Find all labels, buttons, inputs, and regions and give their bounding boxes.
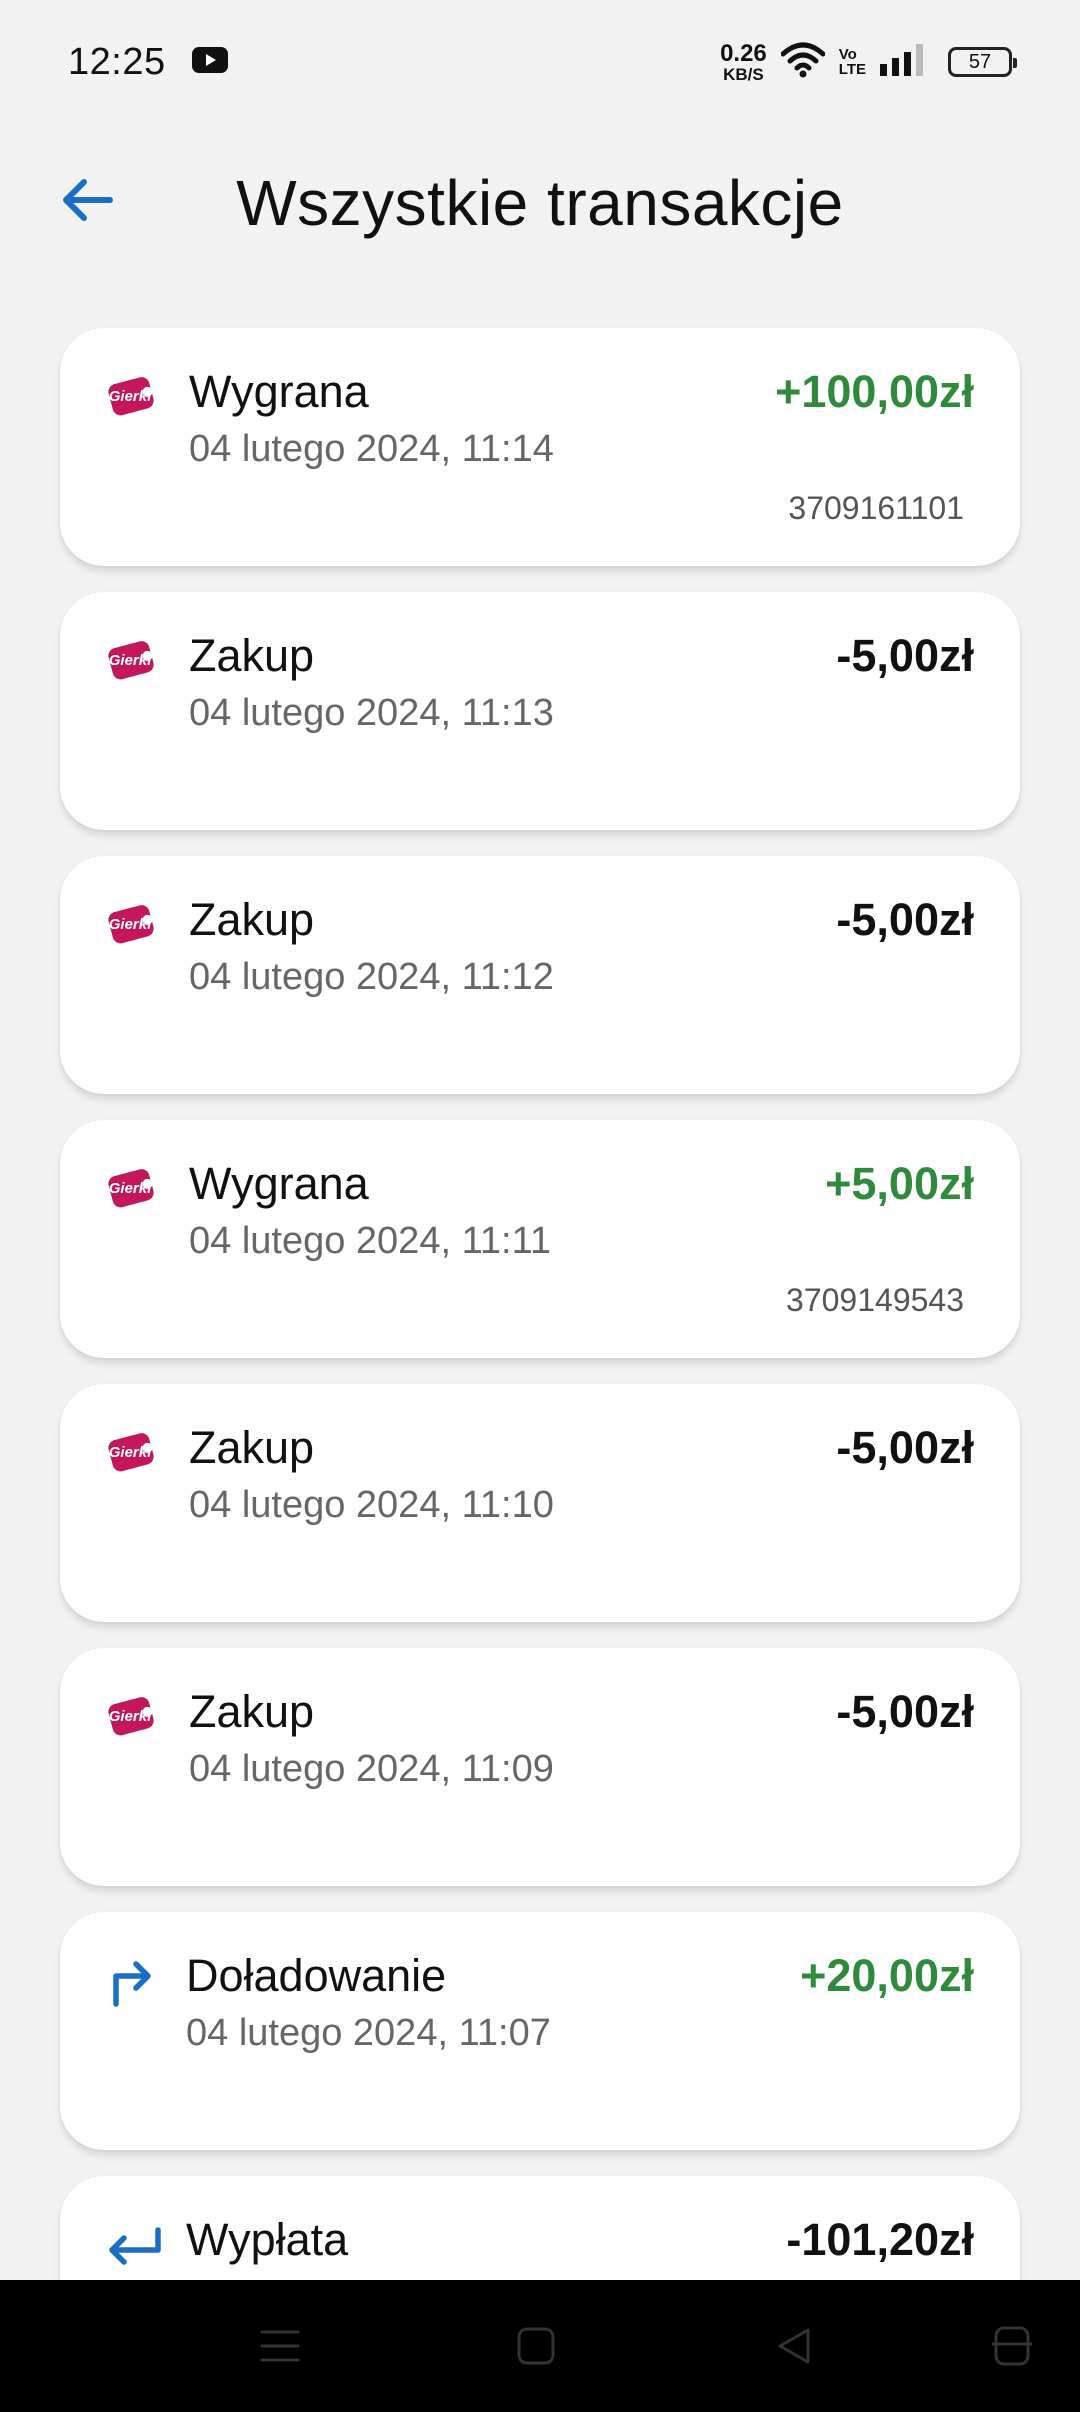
transaction-date: 04 lutego 2024, 11:10: [189, 1484, 554, 1526]
youtube-icon: [191, 46, 228, 78]
menu-button[interactable]: [252, 2318, 308, 2374]
volte-indicator: Vo LTE: [839, 47, 866, 77]
transaction-amount: +5,00zł: [825, 1158, 974, 1209]
transaction-title: Wygrana: [189, 366, 369, 417]
transaction-ticket-number: 3709161101: [788, 490, 964, 526]
assistant-button[interactable]: [984, 2318, 1040, 2374]
gierki-logo-text: Gierki: [109, 652, 152, 669]
transaction-date: 04 lutego 2024, 11:12: [189, 956, 554, 998]
gierki-logo-text: Gierki: [109, 1708, 152, 1725]
battery-icon: 57: [948, 47, 1017, 77]
transaction-amount: -101,20zł: [786, 2214, 974, 2265]
home-button[interactable]: [508, 2318, 564, 2374]
withdraw-arrow-icon: [104, 2216, 161, 2272]
page-title: Wszystkie transakcje: [236, 167, 844, 239]
status-bar: 12:25 0.26 KB/S Vo LTE 57: [0, 0, 1080, 124]
network-speed-unit: KB/S: [723, 64, 764, 84]
transaction-title: Zakup: [189, 1422, 315, 1473]
transaction-card[interactable]: Gierki Wygrana 04 lutego 2024, 11:11 +5,…: [60, 1120, 1020, 1358]
transaction-title: Zakup: [189, 894, 315, 945]
transaction-amount: +100,00zł: [775, 366, 974, 417]
transaction-amount: -5,00zł: [836, 1686, 974, 1737]
transaction-card[interactable]: Gierki Zakup 04 lutego 2024, 11:10 -5,00…: [60, 1384, 1020, 1622]
transaction-date: 04 lutego 2024, 11:11: [189, 1220, 552, 1262]
transaction-list[interactable]: Gierki Wygrana 04 lutego 2024, 11:14 +10…: [0, 274, 1080, 2280]
transaction-date: 04 lutego 2024, 11:07: [186, 2012, 551, 2054]
transaction-title: Wypłata: [186, 2214, 349, 2265]
gierki-logo-text: Gierki: [109, 916, 152, 933]
gierki-logo-icon: Gierki: [104, 1424, 160, 1480]
top-up-arrow-icon: [104, 1952, 160, 2008]
gierki-logo-icon: Gierki: [104, 368, 160, 424]
back-nav-button[interactable]: [766, 2318, 822, 2374]
transaction-amount: -5,00zł: [836, 894, 974, 945]
transaction-amount: +20,00zł: [800, 1950, 974, 2001]
gierki-logo-text: Gierki: [109, 388, 152, 405]
transaction-card[interactable]: Gierki Zakup 04 lutego 2024, 11:09 -5,00…: [60, 1648, 1020, 1886]
transaction-amount: -5,00zł: [836, 630, 974, 681]
transaction-card[interactable]: Wypłata -101,20zł: [60, 2176, 1020, 2280]
transaction-date: 04 lutego 2024, 11:14: [189, 428, 554, 470]
gierki-logo-icon: Gierki: [104, 1160, 160, 1216]
transaction-date: 04 lutego 2024, 11:13: [189, 692, 554, 734]
status-left: 12:25: [68, 41, 228, 84]
menu-icon: [260, 2330, 300, 2362]
transaction-title: Zakup: [189, 630, 315, 681]
system-navigation-bar: [0, 2280, 1080, 2412]
network-speed-value: 0.26: [720, 39, 767, 67]
gierki-logo-text: Gierki: [109, 1444, 152, 1461]
transaction-card[interactable]: Gierki Zakup 04 lutego 2024, 11:13 -5,00…: [60, 592, 1020, 830]
battery-level: 57: [968, 50, 992, 73]
transaction-card[interactable]: Gierki Zakup 04 lutego 2024, 11:12 -5,00…: [60, 856, 1020, 1094]
transaction-card[interactable]: Gierki Wygrana 04 lutego 2024, 11:14 +10…: [60, 328, 1020, 566]
app-header: Wszystkie transakcje: [0, 124, 1080, 274]
transaction-ticket-number: 3709149543: [786, 1282, 964, 1318]
status-right: 0.26 KB/S Vo LTE 57: [720, 39, 1017, 84]
transaction-title: Doładowanie: [186, 1950, 447, 2001]
transaction-title: Wygrana: [189, 1158, 369, 1209]
accessibility-icon: [992, 2326, 1032, 2366]
wifi-icon: [780, 42, 826, 83]
back-triangle-icon: [778, 2328, 810, 2364]
transaction-card[interactable]: Doładowanie 04 lutego 2024, 11:07 +20,00…: [60, 1912, 1020, 2150]
gierki-logo-icon: Gierki: [104, 896, 160, 952]
volte-top: Vo: [838, 46, 857, 63]
transaction-title: Zakup: [189, 1686, 315, 1737]
status-time: 12:25: [68, 40, 166, 83]
transaction-date: 04 lutego 2024, 11:09: [189, 1748, 554, 1790]
volte-bottom: LTE: [838, 61, 866, 78]
gierki-logo-icon: Gierki: [104, 632, 160, 688]
transaction-amount: -5,00zł: [836, 1422, 974, 1473]
home-square-icon: [517, 2327, 555, 2365]
network-speed: 0.26 KB/S: [720, 39, 767, 84]
signal-icon: [880, 43, 926, 81]
gierki-logo-text: Gierki: [109, 1180, 152, 1197]
gierki-logo-icon: Gierki: [104, 1688, 160, 1744]
